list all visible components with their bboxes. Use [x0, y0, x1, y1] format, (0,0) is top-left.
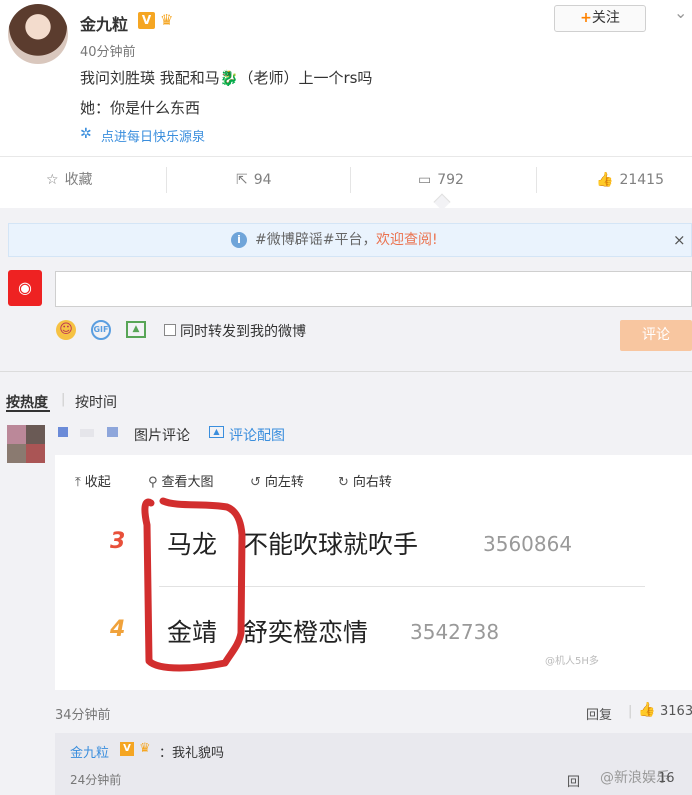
image-upload-icon[interactable]: ▲ [126, 321, 146, 338]
forward-checkbox[interactable] [164, 324, 176, 336]
sort-separator: | [61, 392, 66, 407]
divider [350, 167, 351, 193]
member-crown-icon: ♛ [139, 741, 151, 756]
active-tab-indicator [6, 410, 50, 412]
image-icon: ▲ [209, 426, 224, 438]
reply-button[interactable]: 回复 [586, 704, 612, 723]
my-avatar[interactable]: ◉ [8, 270, 42, 306]
emoji-icon[interactable]: ☺ [56, 320, 76, 340]
verified-badge-icon: V [138, 12, 155, 29]
post-text-line-1: 我问刘胜瑛 我配和马🐉（老师）上一个rs吗 [80, 69, 373, 87]
post-card: 金九粒 V ♛ 40分钟前 我问刘胜瑛 我配和马🐉（老师）上一个rs吗 她：你是… [0, 0, 692, 208]
notice-text: #微博辟谣#平台， [255, 232, 377, 248]
info-icon: i [231, 232, 247, 248]
commenter-avatar[interactable] [7, 425, 45, 463]
collect-label: 收藏 [64, 172, 93, 188]
thumbs-up-icon: 👍 [596, 172, 614, 188]
blurred-username [58, 427, 68, 437]
plus-icon: + [580, 10, 592, 26]
verified-badge-icon: V [120, 742, 134, 756]
divider [0, 371, 692, 372]
post-text-line-2: 她：你是什么东西 [80, 99, 201, 117]
comment-like-count[interactable]: 3163 [660, 704, 692, 719]
reply-author-name[interactable]: 金九粒 [70, 742, 109, 761]
comment-icon: ▭ [418, 172, 432, 188]
post-source-link[interactable]: 点进每日快乐源泉 [101, 126, 205, 145]
notice-link[interactable]: 欢迎查阅! [376, 224, 438, 256]
image-watermark: @机人5H多 [545, 656, 599, 667]
picture-comment-tag: 图片评论 [134, 428, 190, 444]
repost-icon: ⇱ [236, 172, 248, 188]
reply-time: 24分钟前 [70, 773, 122, 787]
sub-reply: 金九粒 V ♛ ：我礼貌吗 24分钟前 回 @新浪娱乐 16 [55, 733, 692, 795]
reply-text: ：我礼貌吗 [159, 746, 225, 761]
blurred-username [80, 429, 94, 437]
member-crown-icon: ♛ [160, 11, 174, 29]
repost-count: 94 [253, 172, 272, 188]
gif-icon[interactable]: GIF [91, 320, 111, 340]
action-bar: ☆ 收藏 ⇱ 94 ▭ 792 👍 21415 [0, 156, 692, 204]
divider [166, 167, 167, 193]
comment-count: 792 [437, 172, 464, 188]
repost-button[interactable]: ⇱ 94 [236, 157, 272, 203]
divider [536, 167, 537, 193]
follow-label: 关注 [591, 10, 620, 26]
rumor-notice-bar: i #微博辟谣#平台， 欢迎查阅! × [8, 223, 692, 257]
separator: | [628, 704, 633, 719]
forward-label[interactable]: 同时转发到我的微博 [180, 321, 306, 341]
close-icon[interactable]: × [673, 224, 686, 256]
chevron-down-icon[interactable]: ⌄ [674, 3, 687, 22]
sort-by-time-tab[interactable]: 按时间 [75, 392, 117, 412]
author-avatar[interactable] [8, 4, 68, 64]
comment-image-viewer: ⤒ 收起 ⚲ 查看大图 ↺ 向左转 ↻ 向右转 3 马龙 不能吹球就吹手 3560864… [55, 455, 692, 690]
reply-like-count[interactable]: 16 [658, 771, 675, 786]
comment-input[interactable] [55, 271, 692, 307]
author-name[interactable]: 金九粒 [80, 11, 128, 35]
collect-button[interactable]: ☆ 收藏 [46, 157, 93, 203]
reply-button[interactable]: 回 [567, 771, 580, 790]
follow-button[interactable]: +关注 [554, 5, 646, 32]
like-button[interactable]: 👍 21415 [596, 157, 664, 203]
submit-comment-button[interactable]: 评论 [620, 320, 692, 351]
comment-time: 34分钟前 [55, 708, 111, 723]
comment-image-link[interactable]: 评论配图 [229, 425, 285, 445]
sort-by-hot-tab[interactable]: 按热度 [6, 392, 48, 412]
thumbs-up-icon[interactable]: 👍 [638, 702, 655, 718]
post-time[interactable]: 40分钟前 [80, 41, 136, 60]
like-count: 21415 [619, 172, 664, 188]
pinwheel-icon: ✲ [80, 126, 92, 142]
star-icon: ☆ [46, 172, 59, 188]
blurred-username [107, 427, 118, 437]
